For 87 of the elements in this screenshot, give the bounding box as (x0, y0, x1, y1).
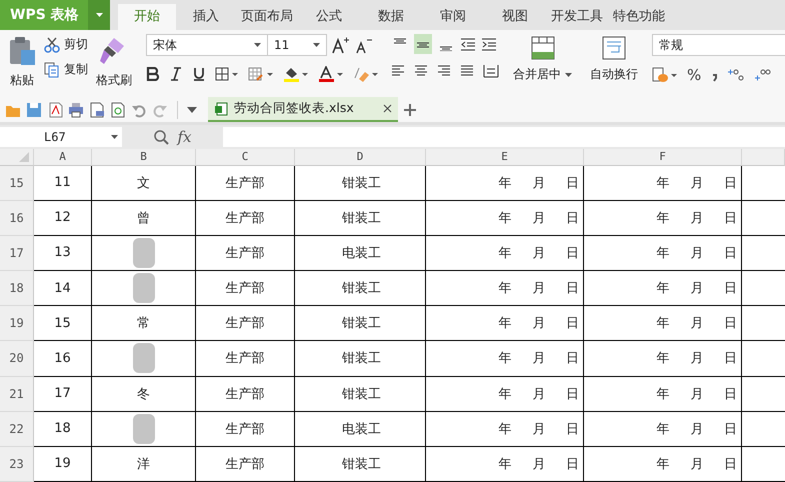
table-cell-text: 钳装工 (342, 386, 381, 403)
table-cell-text: 年 月 日 (656, 420, 737, 438)
ribbon-tab[interactable]: 开发工具 (546, 4, 608, 30)
table-cell-text: 常 (137, 315, 150, 332)
row-header[interactable]: 17 (0, 236, 34, 272)
row-header[interactable]: 15 (0, 166, 34, 201)
table-cell-text: 钳装工 (342, 350, 381, 368)
cut-button[interactable]: 剪切 (44, 36, 88, 53)
row-header[interactable]: 21 (0, 376, 34, 412)
table-cell-text: 年 月 日 (656, 456, 737, 473)
table-cell-text: 年 月 日 (498, 174, 579, 192)
ribbon-tab[interactable]: 视图 (484, 4, 546, 30)
table-cell-text: 生产部 (226, 210, 264, 227)
table-cell-text: 生产部 (226, 315, 264, 332)
ribbon-tab[interactable]: 特色功能 (608, 4, 670, 30)
table-cell: 11 (54, 175, 71, 190)
percent-button[interactable]: % (687, 66, 702, 84)
table-cell-text: 年 月 日 (656, 386, 737, 403)
table-cell: 12 (54, 210, 71, 226)
ribbon-tab[interactable]: 插入 (176, 4, 236, 30)
font-name-dropdown[interactable]: 宋体 (146, 34, 268, 56)
table-cell-text: 钳装工 (342, 315, 381, 332)
table-cell-text: 年 月 日 (656, 350, 737, 368)
table-cell-text: 生产部 (226, 350, 264, 368)
font-size-dropdown[interactable]: 11 (267, 34, 327, 56)
table-cell: 14 (54, 280, 71, 296)
insert-function-button[interactable]: fx (177, 128, 192, 146)
format-painter-button[interactable]: 格式刷 (94, 34, 134, 97)
table-cell-text: 年 月 日 (498, 386, 579, 403)
table-cell-text: 生产部 (226, 280, 264, 298)
table-cell-text: 年 月 日 (656, 174, 737, 192)
table-cell-text: 电装工 (342, 420, 381, 438)
table-cell-text: 洋 (137, 456, 150, 473)
table-cell-text: 年 月 日 (498, 350, 579, 368)
table-cell: 19 (54, 456, 71, 472)
table-cell-text: 钳装工 (342, 456, 381, 473)
column-header[interactable]: A (34, 149, 92, 166)
ribbon-tab[interactable]: 数据 (360, 4, 422, 30)
table-cell-text: 冬 (137, 386, 150, 403)
ribbon-tab[interactable]: 页面布局 (236, 4, 298, 30)
number-format-dropdown[interactable]: 常规 (652, 34, 785, 56)
wrap-text-button[interactable]: 自动换行 (588, 34, 640, 97)
table-cell-text: 生产部 (226, 244, 264, 262)
column-header[interactable]: B (92, 149, 196, 166)
ribbon-tab[interactable]: 开始 (118, 4, 176, 30)
table-cell: 13 (54, 245, 71, 260)
table-cell: 16 (54, 350, 71, 366)
table-cell-text: 曾 (137, 210, 150, 227)
table-cell-text: 年 月 日 (498, 420, 579, 438)
table-cell-text: 年 月 日 (656, 280, 737, 298)
row-header[interactable]: 19 (0, 306, 34, 342)
table-cell-text: 钳装工 (342, 210, 381, 227)
name-box[interactable]: L67 (0, 127, 122, 147)
table-cell-text: 年 月 日 (656, 244, 737, 262)
table-cell: 18 (54, 421, 71, 436)
table-cell-text: 文 (137, 174, 150, 192)
table-cell-text: 年 月 日 (656, 315, 737, 332)
paste-button[interactable]: 粘贴 (6, 34, 38, 97)
table-cell: 15 (54, 316, 71, 331)
table-cell-text: 生产部 (226, 174, 264, 192)
table-cell-text: 年 月 日 (498, 280, 579, 298)
row-header[interactable]: 18 (0, 271, 34, 306)
table-cell-text: 年 月 日 (498, 210, 579, 227)
table-cell-text: 电装工 (342, 244, 381, 262)
ribbon-tab[interactable]: 审阅 (422, 4, 484, 30)
table-cell-text: 生产部 (226, 386, 264, 403)
column-header[interactable]: C (196, 149, 295, 166)
row-header[interactable]: 23 (0, 446, 34, 482)
table-cell-text: 钳装工 (342, 174, 381, 192)
row-header[interactable]: 22 (0, 412, 34, 447)
column-header[interactable]: E (426, 149, 584, 166)
table-cell-text: 钳装工 (342, 280, 381, 298)
merge-center-button[interactable]: 合并居中 (511, 34, 574, 97)
file-tab[interactable]: 劳动合同签收表.xlsx (208, 97, 398, 122)
column-header[interactable]: F (584, 149, 742, 166)
table-cell-text: 年 月 日 (498, 456, 579, 473)
row-header[interactable]: 16 (0, 200, 34, 236)
table-cell-text: 年 月 日 (656, 210, 737, 227)
table-cell-text: 生产部 (226, 456, 264, 473)
copy-button[interactable]: 复制 (44, 61, 88, 78)
row-header[interactable]: 20 (0, 341, 34, 377)
ribbon-tab[interactable]: 公式 (298, 4, 360, 30)
table-cell: 17 (54, 386, 71, 402)
table-cell-text: 年 月 日 (498, 244, 579, 262)
table-cell-text: 生产部 (226, 420, 264, 438)
table-cell-text: 年 月 日 (498, 315, 579, 332)
column-header[interactable]: D (295, 149, 426, 166)
